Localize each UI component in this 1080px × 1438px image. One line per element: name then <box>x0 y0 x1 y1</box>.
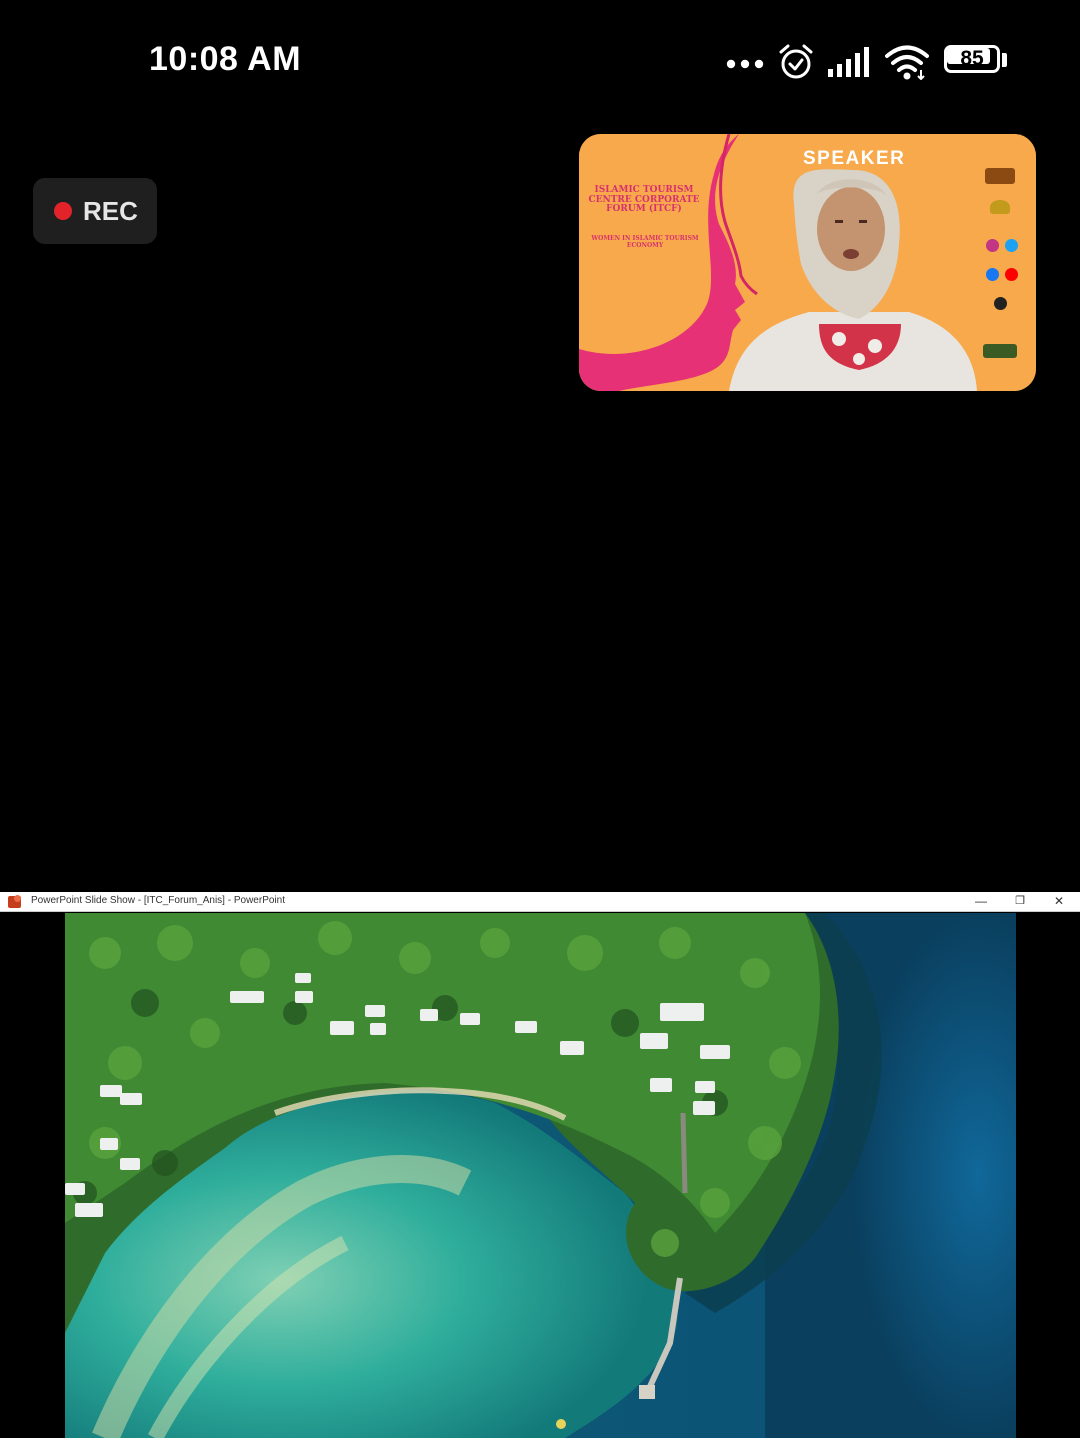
restore-button[interactable]: ❐ <box>1005 892 1035 911</box>
speaker-slide-background <box>579 134 1036 391</box>
recording-indicator[interactable]: REC <box>33 178 157 244</box>
more-dots-icon <box>726 59 764 69</box>
powerpoint-window[interactable]: PowerPoint Slide Show - [ITC_Forum_Anis]… <box>0 892 1080 1438</box>
ministry-logo <box>990 200 1010 214</box>
speaker-video-tile[interactable]: ISLAMIC TOURISM CENTRE CORPORATE FORUM (… <box>579 134 1036 391</box>
aerial-island-photo <box>65 913 1016 1438</box>
facebook-icon <box>986 268 999 281</box>
clock: 10:08 AM <box>149 40 302 78</box>
powerpoint-icon <box>8 895 21 908</box>
speaker-tag: SPEAKER <box>803 148 906 169</box>
minimize-button[interactable]: — <box>966 892 996 911</box>
window-title: PowerPoint Slide Show - [ITC_Forum_Anis]… <box>31 895 285 906</box>
instagram-icon <box>986 239 999 252</box>
record-dot-icon <box>54 202 72 220</box>
battery-level: 85 <box>960 47 984 70</box>
rec-label: REC <box>83 195 138 226</box>
battery-icon: 85 <box>944 45 1008 79</box>
organizer-logo <box>985 168 1015 184</box>
status-bar: 10:08 AM 85 <box>0 0 1080 120</box>
web-icon <box>994 297 1007 310</box>
youtube-icon <box>1005 268 1018 281</box>
close-button[interactable]: ✕ <box>1044 892 1074 911</box>
twitter-icon <box>1005 239 1018 252</box>
alarm-icon <box>779 44 813 79</box>
status-icons: 85 <box>726 40 1008 84</box>
signal-icon <box>828 47 869 77</box>
sponsor-column <box>971 144 1031 384</box>
wifi-icon <box>885 45 929 80</box>
slide-title: ISLAMIC TOURISM CENTRE CORPORATE FORUM (… <box>588 185 700 214</box>
slide-subtitle: WOMEN IN ISLAMIC TOURISM ECONOMY <box>591 235 699 249</box>
partner-logo <box>983 344 1017 358</box>
slide-image <box>65 913 1016 1438</box>
window-titlebar[interactable]: PowerPoint Slide Show - [ITC_Forum_Anis]… <box>0 892 1080 912</box>
